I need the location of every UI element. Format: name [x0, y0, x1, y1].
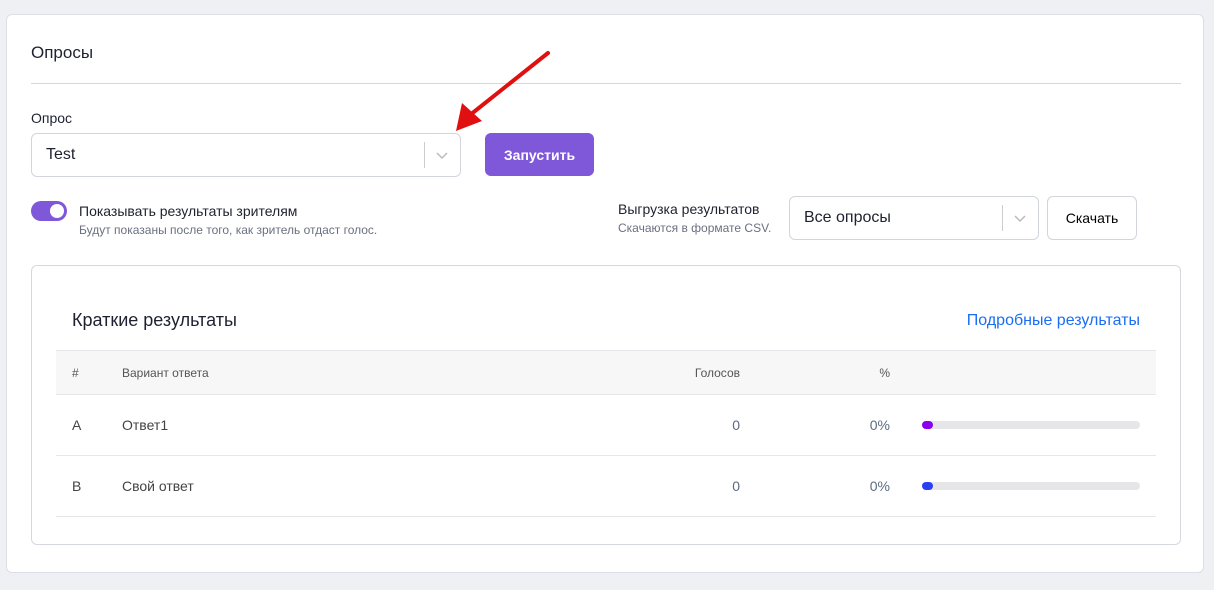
export-select[interactable]: Все опросы: [789, 196, 1039, 240]
chevron-down-icon: [1013, 211, 1027, 225]
progress-fill: [922, 482, 933, 490]
polls-card: Опросы Опрос Test Запустить Показывать р…: [6, 14, 1204, 573]
export-select-value: Все опросы: [804, 209, 891, 226]
poll-select[interactable]: Test: [31, 133, 461, 177]
progress-bar: [922, 482, 1140, 490]
row-answer: Свой ответ: [122, 478, 194, 494]
red-arrow-annotation: [456, 51, 550, 131]
row-key: B: [72, 478, 82, 494]
col-votes: Голосов: [694, 365, 740, 380]
chevron-down-icon: [435, 148, 449, 162]
download-button[interactable]: Скачать: [1047, 196, 1137, 240]
progress-fill: [922, 421, 933, 429]
export-hint: Скачаются в формате CSV.: [618, 221, 772, 235]
toggle-hint: Будут показаны после того, как зритель о…: [79, 223, 378, 237]
select-separator: [1002, 205, 1003, 231]
row-votes: 0: [732, 417, 740, 433]
export-label: Выгрузка результатов: [618, 201, 760, 217]
progress-bar: [922, 421, 1140, 429]
table-header: # Вариант ответа Голосов %: [56, 350, 1156, 395]
row-answer: Ответ1: [122, 417, 169, 433]
col-answer: Вариант ответа: [122, 365, 209, 380]
table-row: B Свой ответ 0 0%: [56, 456, 1156, 517]
col-percent: %: [879, 365, 890, 380]
row-percent: 0%: [869, 478, 890, 494]
results-panel: Краткие результаты Подробные результаты …: [31, 265, 1181, 545]
row-percent: 0%: [869, 417, 890, 433]
show-results-toggle[interactable]: [31, 201, 67, 221]
detailed-results-link[interactable]: Подробные результаты: [967, 312, 1140, 330]
results-title: Краткие результаты: [72, 310, 237, 330]
col-number: #: [72, 365, 79, 380]
poll-select-value: Test: [46, 146, 76, 163]
row-votes: 0: [732, 478, 740, 494]
divider: [31, 83, 1181, 84]
poll-label: Опрос: [31, 110, 73, 126]
table-row: A Ответ1 0 0%: [56, 395, 1156, 456]
select-separator: [424, 142, 425, 168]
page-title: Опросы: [31, 43, 94, 62]
row-key: A: [72, 417, 82, 433]
toggle-label: Показывать результаты зрителям: [79, 203, 298, 219]
